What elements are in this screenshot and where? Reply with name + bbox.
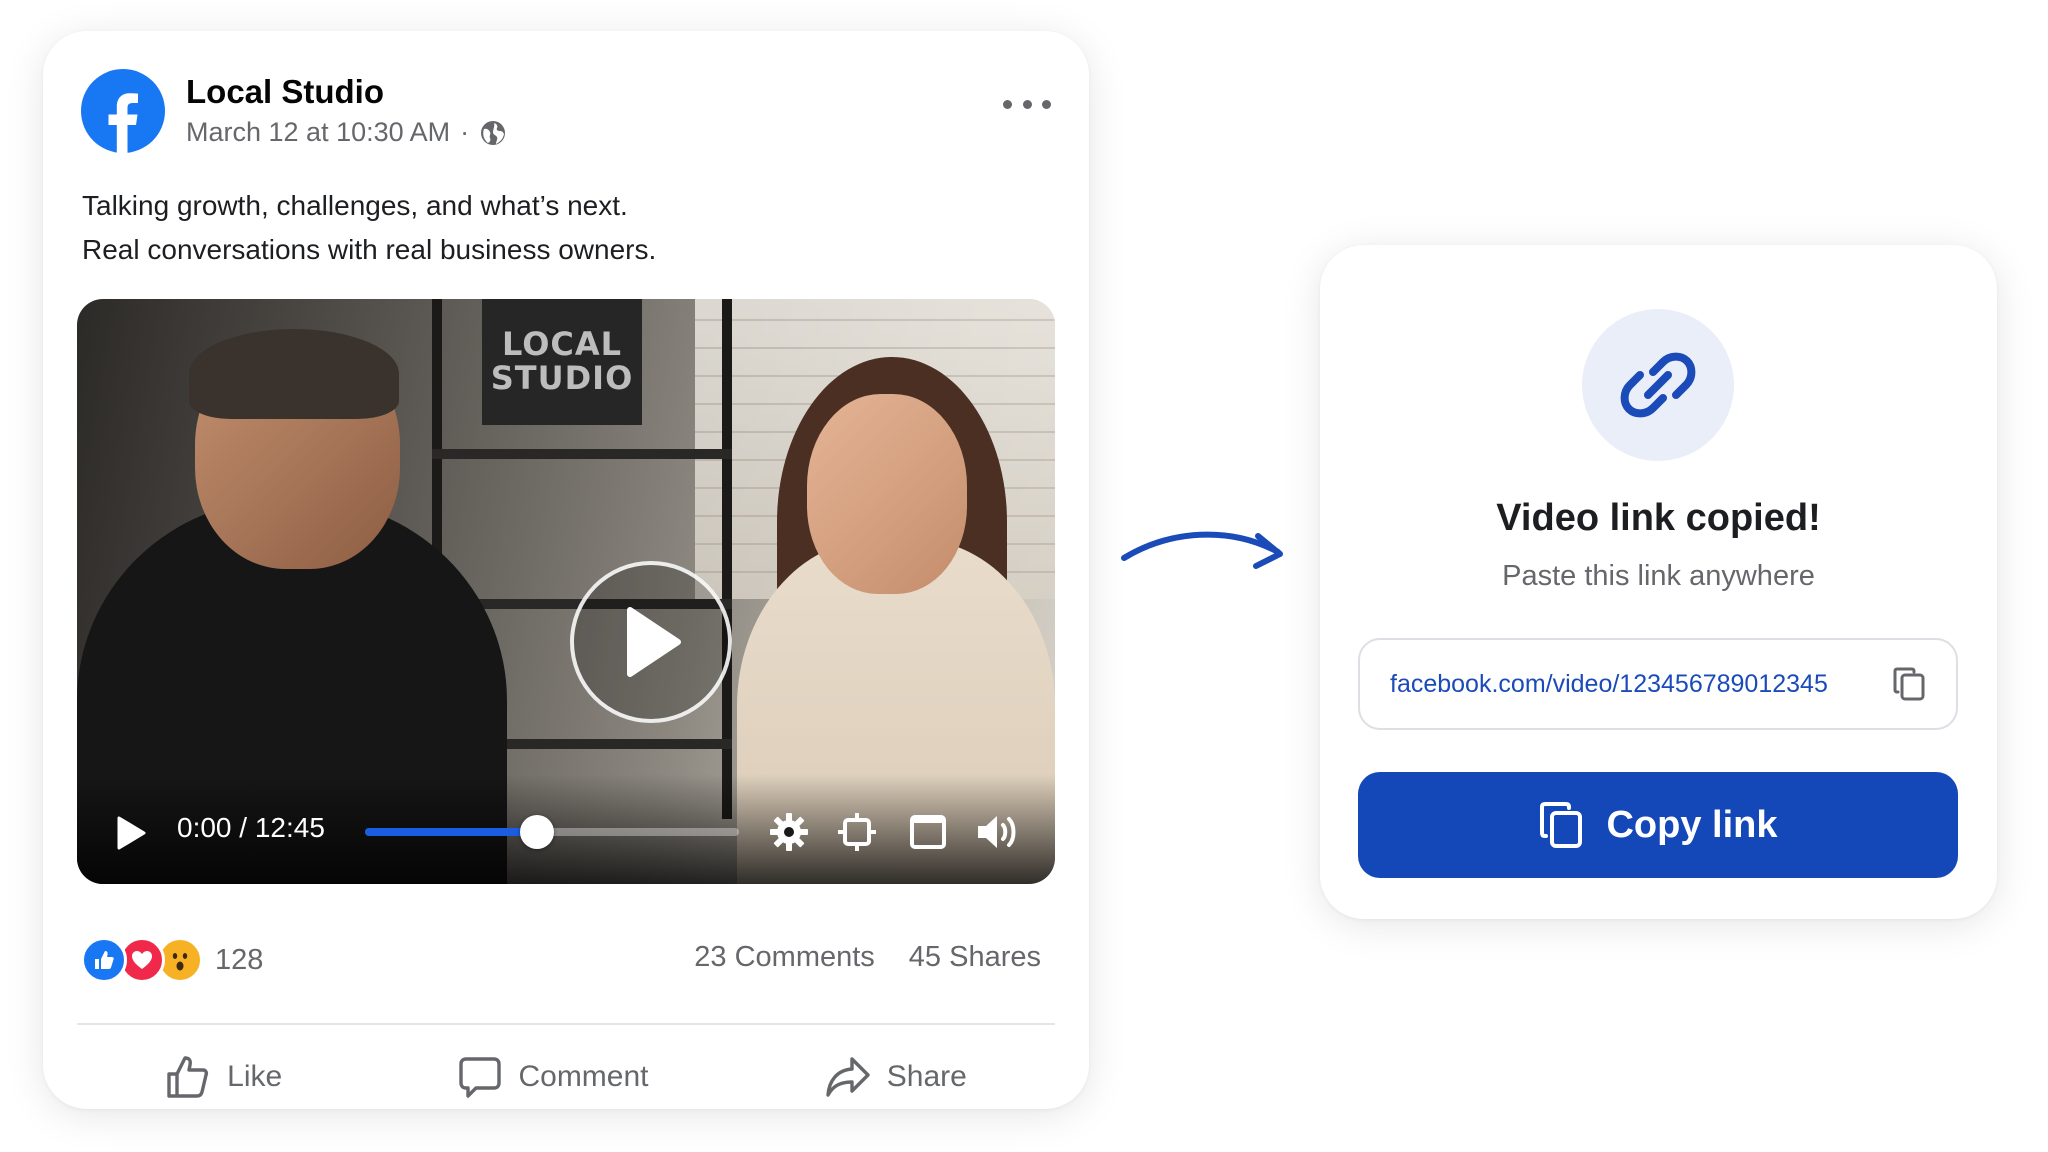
- share-button[interactable]: Share: [801, 1050, 991, 1104]
- comment-label: Comment: [518, 1060, 649, 1093]
- like-icon: [167, 1056, 209, 1098]
- post-date[interactable]: March 12 at 10:30 AM: [186, 117, 450, 148]
- comment-button[interactable]: Comment: [434, 1049, 672, 1105]
- arrow-icon: [1121, 531, 1283, 569]
- video-progress-fill: [365, 828, 538, 836]
- copy-link-button[interactable]: Copy link: [1358, 772, 1958, 878]
- sign-line: LOCAL: [501, 325, 623, 363]
- link-copied-dialog: Video link copied! Paste this link anywh…: [1320, 245, 1997, 919]
- post-card: Local Studio March 12 at 10:30 AM · Talk…: [43, 31, 1089, 1109]
- more-icon-dot: [1042, 99, 1051, 109]
- globe-icon: [481, 120, 506, 145]
- volume-icon[interactable]: [975, 812, 1021, 852]
- share-icon: [826, 1057, 870, 1097]
- caption-line: Real conversations with real business ow…: [82, 234, 657, 265]
- facebook-logo-icon[interactable]: [81, 69, 165, 153]
- post-caption: Talking growth, challenges, and what’s n…: [82, 184, 656, 272]
- video-controls: 0:00 / 12:45: [77, 784, 1055, 884]
- copy-link-label: Copy link: [1606, 803, 1778, 846]
- video-url-text[interactable]: facebook.com/video/123456789012345: [1390, 670, 1892, 699]
- caption-line: Talking growth, challenges, and what’s n…: [82, 190, 628, 221]
- post-actions: Like Comment Share: [77, 1041, 1055, 1113]
- sign-line: STUDIO: [490, 359, 634, 397]
- engagement-stats: 23 Comments 45 Shares: [694, 941, 1041, 974]
- dialog-title: Video link copied!: [1496, 497, 1821, 539]
- play-icon: [627, 607, 681, 677]
- reactions-summary[interactable]: 128: [81, 937, 263, 983]
- like-button[interactable]: Like: [141, 1048, 306, 1106]
- studio-sign: LOCAL STUDIO: [482, 299, 642, 425]
- video-person-man-hair: [189, 329, 399, 419]
- meta-separator: ·: [460, 117, 470, 147]
- copy-icon: [1540, 802, 1583, 848]
- video-player[interactable]: LOCAL STUDIO 0:00 / 12:45: [77, 299, 1055, 884]
- author-name[interactable]: Local Studio: [186, 73, 384, 111]
- like-reaction-icon: [81, 937, 127, 983]
- video-url-field[interactable]: facebook.com/video/123456789012345: [1358, 638, 1958, 730]
- comment-icon: [459, 1057, 502, 1098]
- dialog-subtitle: Paste this link anywhere: [1502, 560, 1815, 592]
- more-icon-dot: [1022, 99, 1032, 109]
- video-time: 0:00 / 12:45: [177, 812, 325, 843]
- settings-icon[interactable]: [769, 812, 809, 852]
- video-progress-slider[interactable]: [365, 815, 739, 849]
- comments-count-link[interactable]: 23 Comments: [694, 941, 875, 974]
- more-icon-dot: [1003, 99, 1012, 109]
- like-label: Like: [227, 1060, 283, 1093]
- big-play-button[interactable]: [570, 561, 732, 723]
- share-label: Share: [886, 1060, 967, 1093]
- link-icon: [1620, 352, 1696, 418]
- video-progress-thumb[interactable]: [520, 815, 555, 849]
- video-person-woman-face: [807, 394, 967, 594]
- actions-divider: [77, 1023, 1055, 1025]
- shares-count-link[interactable]: 45 Shares: [909, 941, 1041, 974]
- more-options-button[interactable]: [1003, 91, 1051, 117]
- reaction-count: 128: [215, 943, 264, 976]
- link-badge: [1582, 309, 1734, 461]
- post-meta: March 12 at 10:30 AM ·: [186, 117, 507, 148]
- play-icon[interactable]: [115, 815, 147, 851]
- crop-icon[interactable]: [837, 812, 877, 852]
- copy-icon[interactable]: [1892, 666, 1926, 702]
- fullscreen-icon[interactable]: [909, 814, 947, 850]
